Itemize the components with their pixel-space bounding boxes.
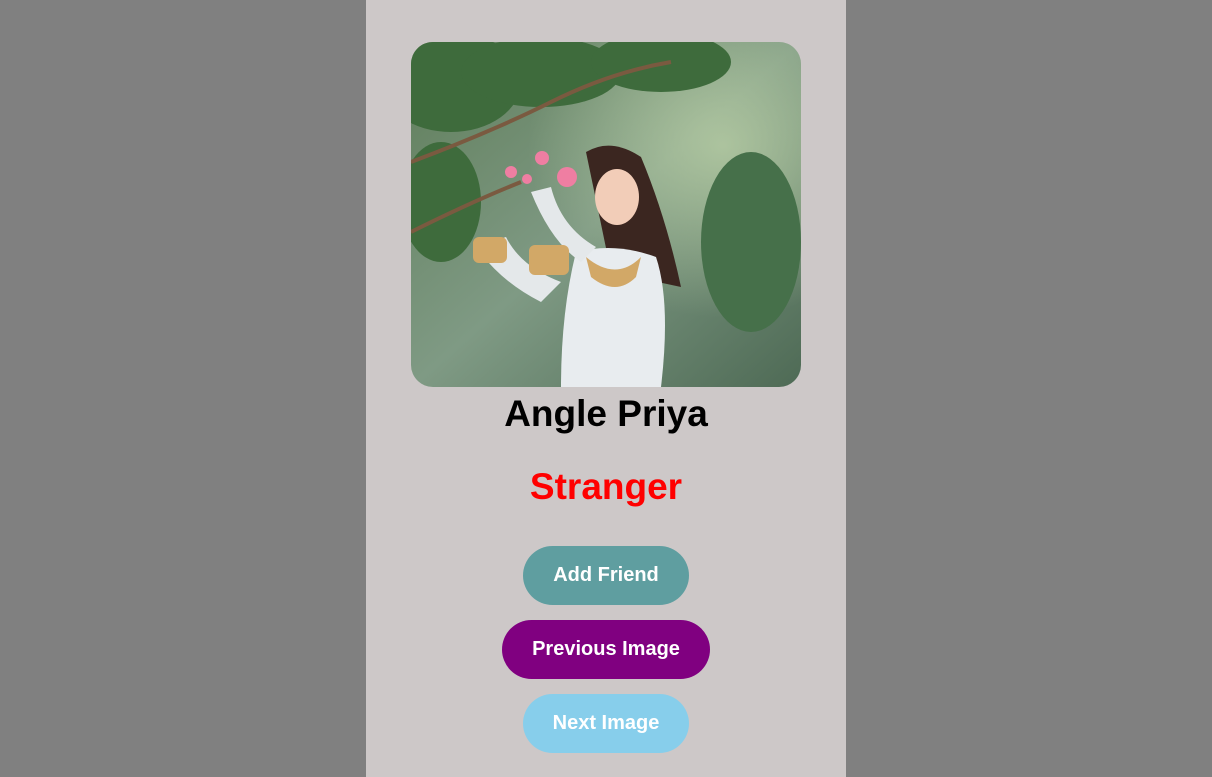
profile-name: Angle Priya bbox=[504, 393, 708, 434]
page: Angle Priya Stranger Add Friend Previous… bbox=[0, 0, 1212, 777]
add-friend-button[interactable]: Add Friend bbox=[523, 546, 689, 605]
previous-image-button[interactable]: Previous Image bbox=[502, 620, 710, 679]
profile-card: Angle Priya Stranger Add Friend Previous… bbox=[366, 0, 846, 777]
next-image-button[interactable]: Next Image bbox=[523, 694, 689, 753]
friend-status: Stranger bbox=[529, 466, 683, 507]
profile-photo bbox=[411, 42, 801, 387]
